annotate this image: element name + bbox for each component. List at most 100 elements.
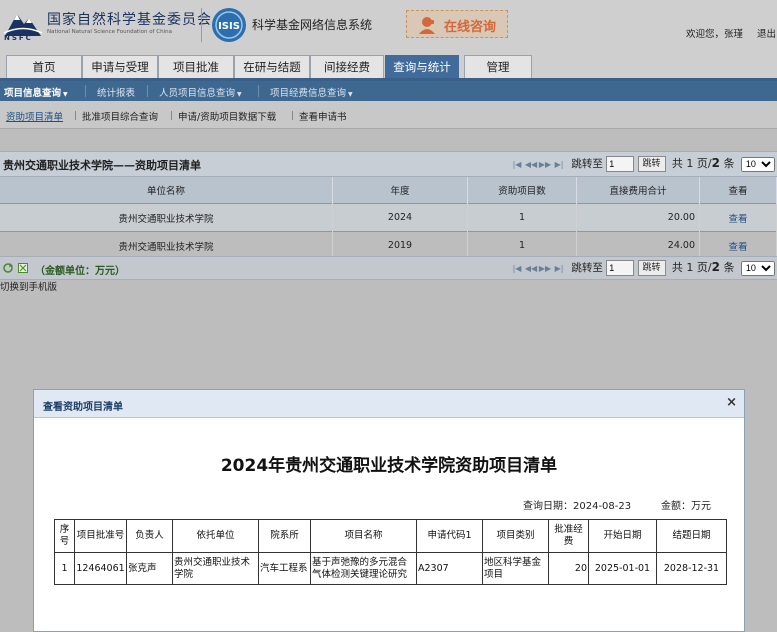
page-number-input[interactable]	[606, 156, 635, 172]
chevron-down-icon: ▼	[63, 91, 68, 98]
funded-list-table: 单位名称 年度 资助项目数 直接费用合计 查看 贵州交通职业技术学院 2024 …	[0, 177, 777, 259]
tab-indirect-funds[interactable]: 间接经费	[310, 55, 384, 78]
dialog-title: 查看资助项目清单	[43, 402, 123, 413]
logout-link[interactable]: 退出	[757, 26, 776, 40]
cell-project-name: 基于声弛豫的多元混合气体检测关键理论研究	[310, 552, 417, 585]
nav3-divider	[75, 111, 76, 120]
isis-logo-text: ISIS	[218, 21, 240, 32]
amount-unit: 金额：万元	[661, 501, 711, 512]
tab-home[interactable]: 首页	[6, 55, 82, 78]
cell-no: 1	[54, 552, 75, 585]
jump-button[interactable]: 跳转	[637, 260, 666, 276]
cell-category: 地区科学基金项目	[482, 552, 549, 585]
project-detail-table: 序号 项目批准号 负责人 依托单位 院系所 项目名称 申请代码1 项目类别 批准…	[54, 519, 727, 585]
col-category: 项目类别	[482, 519, 549, 553]
jump-label: 跳转至	[571, 262, 603, 274]
jump-label: 跳转至	[571, 158, 603, 170]
customer-service-icon	[419, 17, 435, 34]
refresh-icon[interactable]	[3, 263, 13, 273]
col-code: 申请代码1	[416, 519, 483, 553]
tab-application[interactable]: 申请与受理	[82, 55, 158, 78]
cell-funding: 20	[548, 552, 589, 585]
header-divider	[201, 8, 202, 42]
subnav-person-project-query[interactable]: 人员项目信息查询 ▼	[159, 85, 242, 99]
document-title: 2024年贵州交通职业技术学院资助项目清单	[220, 456, 558, 476]
page-current: 1	[686, 157, 694, 170]
col-leader: 负责人	[126, 519, 173, 553]
close-icon[interactable]: ×	[726, 395, 737, 410]
cell-unit: 贵州交通职业技术学院	[0, 231, 333, 259]
funded-list-dialog: 查看资助项目清单 × 2024年贵州交通职业技术学院资助项目清单 查询日期：20…	[33, 389, 745, 632]
cell-end-date: 2028-12-31	[656, 552, 727, 585]
page-size-select[interactable]: 10	[740, 156, 775, 172]
list-title: 贵州交通职业技术学院——资助项目清单	[3, 159, 201, 172]
col-direct-cost: 直接费用合计	[576, 177, 700, 204]
col-approval-no: 项目批准号	[74, 519, 127, 553]
pager-bottom: |◀◀◀▶▶▶| 跳转至 跳转 共 1 页/2 条 10	[510, 259, 775, 276]
nav3-view-proposal[interactable]: 查看申请书	[299, 109, 347, 123]
col-unit-name: 单位名称	[0, 177, 333, 204]
tab-approval[interactable]: 项目批准	[158, 55, 234, 78]
tab-manage[interactable]: 管理	[464, 55, 532, 78]
cell-institution: 贵州交通职业技术学院	[172, 552, 259, 585]
last-page-icon[interactable]: ▶|	[552, 264, 566, 273]
view-link[interactable]: 查看	[699, 203, 777, 232]
online-consult-button[interactable]: 在线咨询	[406, 10, 508, 38]
main-tabs: 首页 申请与受理 项目批准 在研与结题 间接经费 查询与统计 管理	[0, 52, 777, 81]
org-name-en: National Natural Science Foundation of C…	[47, 29, 172, 35]
next-page-icon[interactable]: ▶▶	[538, 264, 552, 273]
col-project-name: 项目名称	[310, 519, 417, 553]
org-abbr: NSFC	[4, 34, 33, 42]
col-start-date: 开始日期	[588, 519, 657, 553]
cell-count: 1	[467, 203, 577, 232]
subnav-divider	[85, 85, 86, 97]
col-no: 序号	[54, 519, 75, 553]
page-number-input[interactable]	[606, 260, 635, 276]
cell-leader: 张克声	[126, 552, 173, 585]
subnav-statistics-report[interactable]: 统计报表	[97, 85, 135, 99]
nav3-approved-project-query[interactable]: 批准项目综合查询	[82, 109, 158, 123]
tab-query-statistics[interactable]: 查询与统计	[385, 55, 459, 78]
system-name: 科学基金网络信息系统	[252, 18, 373, 32]
sub-nav: 项目信息查询 ▼ 统计报表 人员项目信息查询 ▼ 项目经费信息查询 ▼	[0, 81, 777, 101]
page-suffix: 条	[723, 157, 735, 170]
online-consult-label: 在线咨询	[444, 20, 497, 35]
subnav-project-info-query[interactable]: 项目信息查询 ▼	[4, 85, 68, 99]
nav3-data-download[interactable]: 申请/资助项目数据下载	[178, 109, 276, 123]
table-row: 贵州交通职业技术学院 2019 1 24.00 查看	[0, 231, 777, 259]
col-department: 院系所	[258, 519, 311, 553]
org-name: 国家自然科学基金委员会	[47, 12, 212, 28]
last-page-icon[interactable]: ▶|	[552, 160, 566, 169]
detail-header-row: 序号 项目批准号 负责人 依托单位 院系所 项目名称 申请代码1 项目类别 批准…	[54, 519, 727, 553]
table-header-row: 单位名称 年度 资助项目数 直接费用合计 查看	[0, 177, 777, 204]
view-link[interactable]: 查看	[699, 231, 777, 259]
export-excel-icon[interactable]	[18, 263, 28, 273]
cell-start-date: 2025-01-01	[588, 552, 657, 585]
first-page-icon[interactable]: |◀	[510, 264, 524, 273]
nav3-funded-project-list[interactable]: 资助项目清单	[6, 109, 63, 123]
cell-amount: 20.00	[576, 203, 700, 232]
tab-ongoing[interactable]: 在研与结题	[234, 55, 310, 78]
page-info: 共 1 页/2 条	[672, 260, 735, 274]
cell-count: 1	[467, 231, 577, 259]
page-separator: 页/	[696, 157, 712, 170]
nav3-divider	[292, 111, 293, 120]
prev-page-icon[interactable]: ◀◀	[524, 160, 538, 169]
page-size-select[interactable]: 10	[740, 260, 775, 276]
page-total: 2	[711, 156, 720, 170]
subnav-divider	[147, 85, 148, 97]
cell-year: 2024	[332, 203, 468, 232]
switch-mobile-link[interactable]: 切换到手机版	[0, 279, 57, 293]
prev-page-icon[interactable]: ◀◀	[524, 264, 538, 273]
col-institution: 依托单位	[172, 519, 259, 553]
dialog-header: 查看资助项目清单 ×	[34, 390, 744, 418]
first-page-icon[interactable]: |◀	[510, 160, 524, 169]
col-view: 查看	[699, 177, 777, 204]
amount-unit-note: （金额单位：万元）	[35, 266, 125, 277]
next-page-icon[interactable]: ▶▶	[538, 160, 552, 169]
subnav-label: 项目经费信息查询	[270, 88, 347, 99]
jump-button[interactable]: 跳转	[637, 156, 666, 172]
cell-code: A2307	[416, 552, 483, 585]
header: NSFC 国家自然科学基金委员会 National Natural Scienc…	[0, 0, 777, 52]
subnav-funding-info-query[interactable]: 项目经费信息查询 ▼	[270, 85, 353, 99]
